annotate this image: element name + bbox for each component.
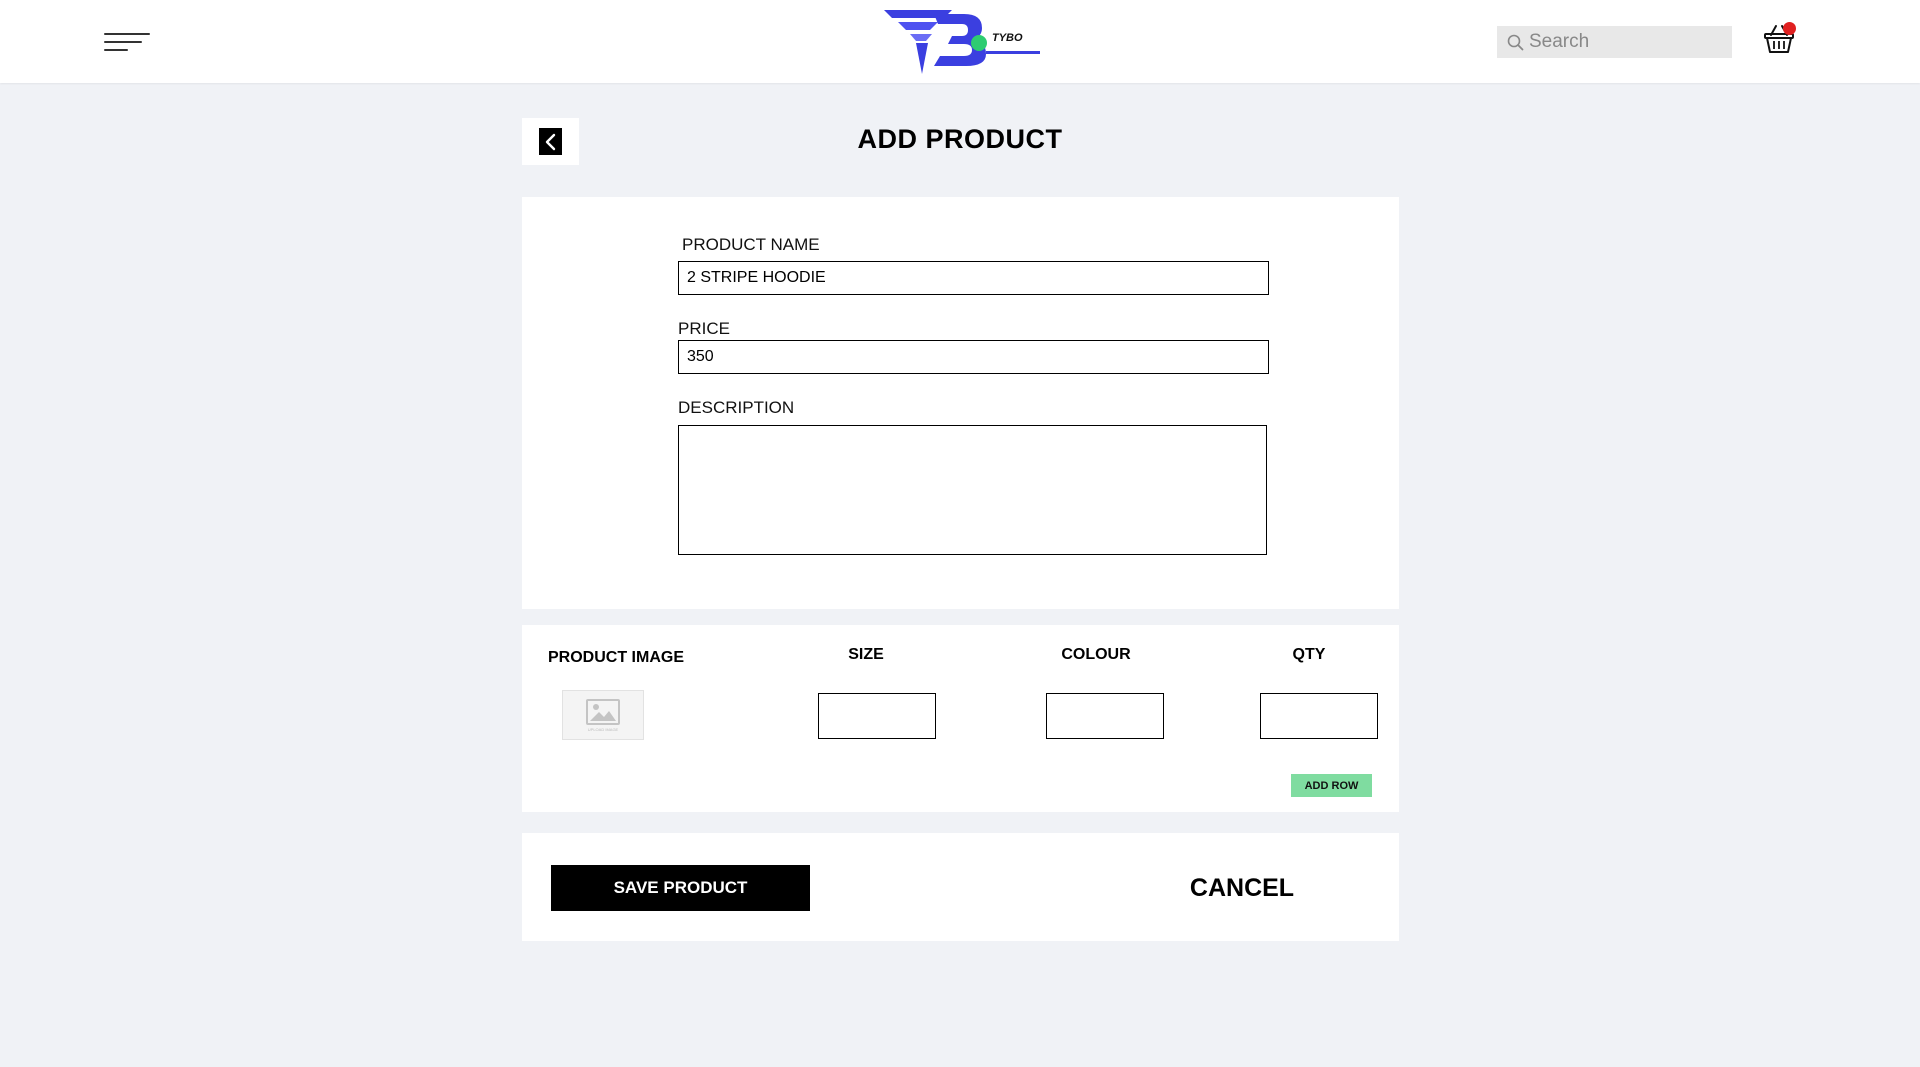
upload-image-caption: UPLOAD IMAGE [587,727,619,732]
search-input[interactable] [1529,31,1719,53]
add-row-button[interactable]: ADD ROW [1291,774,1372,797]
product-image-label: PRODUCT IMAGE [548,649,684,666]
brand-logo-icon: TYBO [884,10,1040,74]
product-name-input[interactable] [678,261,1269,295]
brand-logo[interactable]: TYBO [882,8,1042,76]
product-variants-card: PRODUCT IMAGE UPLOAD IMAGE SIZE COLOUR Q… [522,625,1399,812]
cart-button[interactable] [1762,22,1798,58]
price-input[interactable] [678,340,1269,374]
colour-input[interactable] [1046,693,1164,739]
top-navbar: TYBO [0,0,1920,83]
price-label: PRICE [678,319,730,338]
size-input[interactable] [818,693,936,739]
qty-input[interactable] [1260,693,1378,739]
product-details-card: PRODUCT NAME PRICE DESCRIPTION [522,197,1399,609]
page-title: ADD PRODUCT [857,124,1063,154]
search-icon [1505,32,1525,52]
colour-column-header: COLOUR [1061,646,1131,663]
size-column-header: SIZE [848,646,884,663]
hamburger-menu-icon[interactable] [104,30,152,54]
search-bar [1497,26,1732,58]
brand-name: TYBO [992,32,1023,44]
qty-column-header: QTY [1292,646,1326,663]
upload-image-button[interactable]: UPLOAD IMAGE [562,690,644,740]
form-actions-card: SAVE PRODUCT CANCEL [522,833,1399,941]
description-label: DESCRIPTION [678,398,795,417]
product-name-label: PRODUCT NAME [682,235,820,254]
description-textarea[interactable] [678,425,1267,555]
cart-notification-badge [1783,22,1796,35]
save-product-button[interactable]: SAVE PRODUCT [551,865,810,911]
cancel-button[interactable]: CANCEL [1162,867,1322,909]
image-placeholder-icon [586,699,620,725]
